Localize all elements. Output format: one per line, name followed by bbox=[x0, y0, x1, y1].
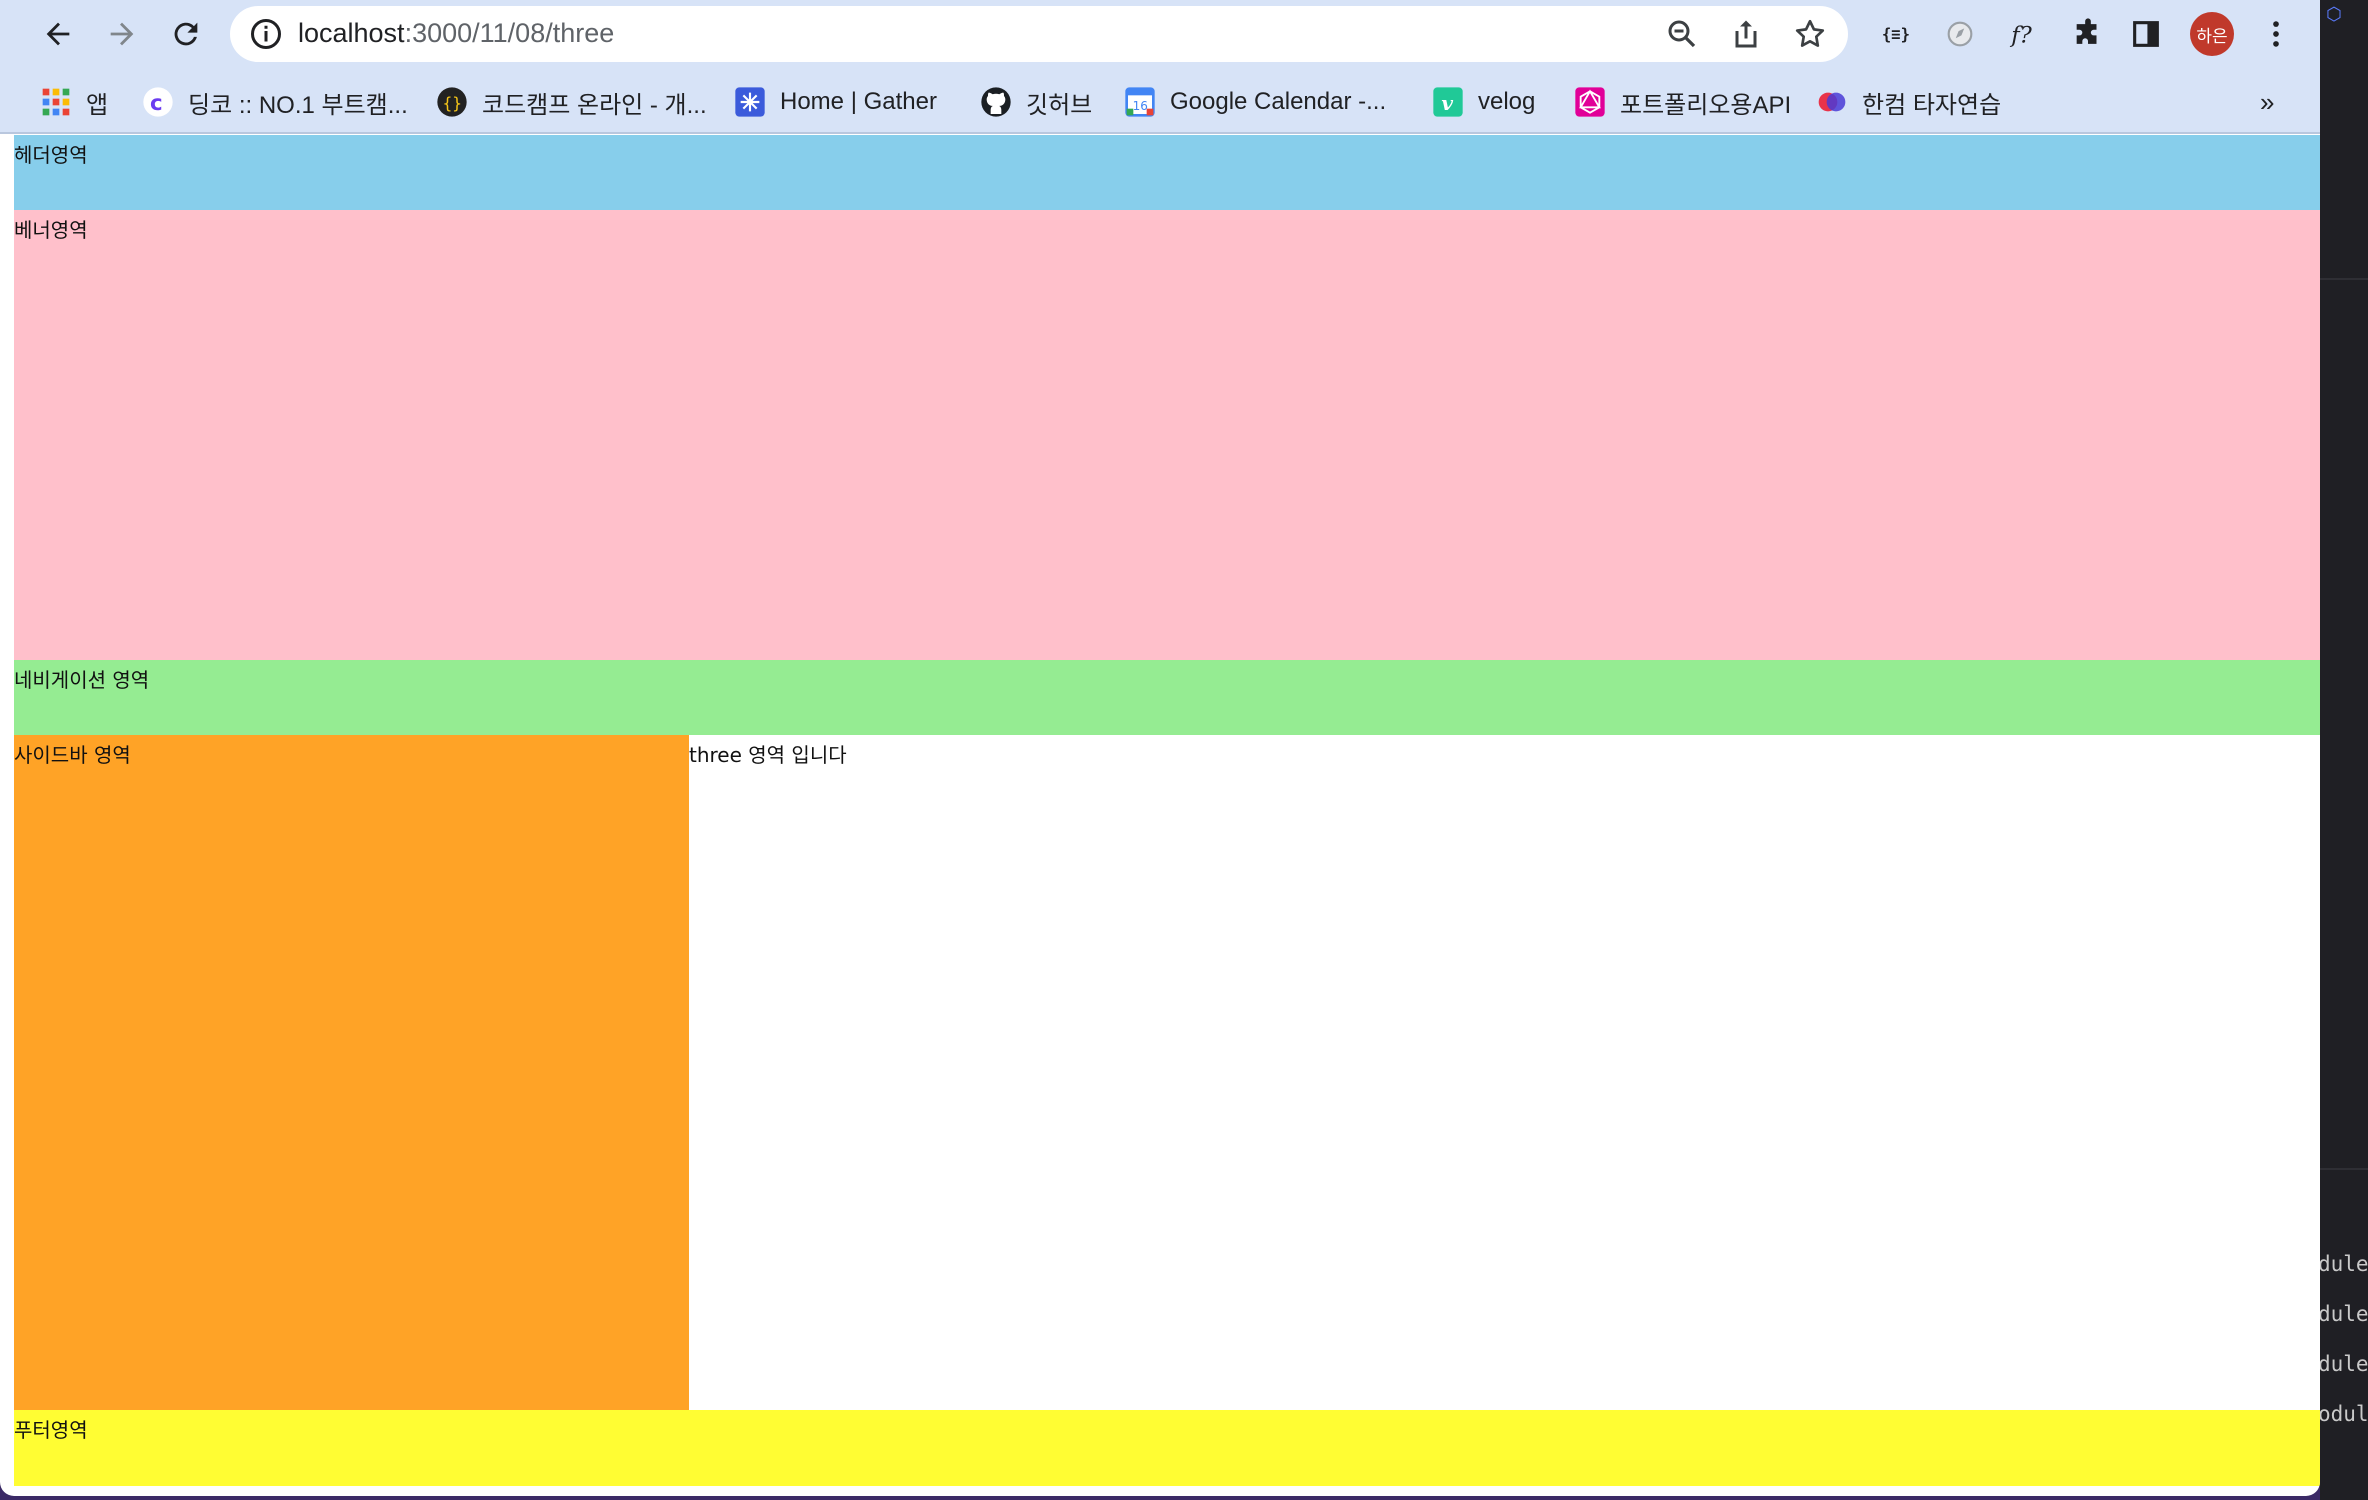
url-host: localhost bbox=[298, 18, 405, 48]
navigation-label: 네비게이션 영역 bbox=[14, 668, 150, 692]
bookmark-gather[interactable]: Home | Gather bbox=[734, 82, 937, 122]
arrow-right-icon bbox=[110, 22, 134, 46]
avatar: 하은 bbox=[2190, 12, 2234, 56]
github-icon bbox=[980, 86, 1012, 118]
bookmark-label: 딩코 :: NO.1 부트캠... bbox=[188, 91, 408, 119]
zoom-icon[interactable] bbox=[1664, 16, 1700, 52]
editor-divider bbox=[2320, 278, 2368, 280]
main-content-label: three 영역 입니다 bbox=[689, 743, 847, 767]
share-icon[interactable] bbox=[1728, 16, 1764, 52]
svg-text:f?: f? bbox=[2009, 23, 2032, 49]
bookmark-label: 포트폴리오용API bbox=[1620, 91, 1792, 119]
address-bar[interactable]: localhost:3000/11/08/three bbox=[230, 6, 1848, 62]
code-editor-window: ⬡ dules dules dules odule bbox=[2320, 0, 2368, 1500]
header-region: 헤더영역 bbox=[14, 135, 2320, 210]
back-button[interactable] bbox=[34, 10, 82, 58]
svg-text:{≡}: {≡} bbox=[1882, 26, 1910, 44]
browser-window: localhost:3000/11/08/three {≡} f? 하은 앱 c… bbox=[0, 0, 2320, 1496]
puzzle-icon bbox=[2076, 18, 2097, 44]
bookmark-label: Google Calendar -... bbox=[1170, 88, 1387, 115]
extensions-button[interactable] bbox=[2064, 10, 2112, 58]
editor-line: dules bbox=[2320, 1302, 2368, 1326]
svg-text:{}: {} bbox=[443, 94, 462, 113]
velog-icon: v bbox=[1432, 86, 1464, 118]
forward-button[interactable] bbox=[98, 10, 146, 58]
footer-label: 푸터영역 bbox=[14, 1418, 88, 1442]
bookmark-label: velog bbox=[1478, 88, 1536, 115]
font-question-icon: f? bbox=[2009, 23, 2032, 49]
bookmark-portfolio-api[interactable]: 포트폴리오용API bbox=[1574, 82, 1791, 122]
kebab-menu-icon bbox=[2273, 21, 2279, 47]
banner-label: 베너영역 bbox=[14, 218, 88, 242]
site-info-icon[interactable] bbox=[248, 16, 284, 52]
calendar-icon: 16 bbox=[1124, 86, 1156, 118]
sidebar-region: 사이드바 영역 bbox=[14, 735, 689, 1410]
codecamp-icon: {} bbox=[436, 86, 468, 118]
reload-icon bbox=[174, 22, 198, 46]
header-label: 헤더영역 bbox=[14, 143, 88, 167]
font-extension-button[interactable]: f? bbox=[2000, 10, 2048, 58]
graphql-icon bbox=[1574, 86, 1606, 118]
bookmark-github[interactable]: 깃허브 bbox=[980, 82, 1092, 122]
bookmark-label: 앱 bbox=[86, 91, 109, 119]
apps-grid-icon bbox=[40, 86, 72, 118]
arrow-left-icon bbox=[46, 22, 70, 46]
json-braces-icon: {≡} bbox=[1882, 26, 1910, 44]
side-panel-button[interactable] bbox=[2122, 10, 2170, 58]
editor-line: odule bbox=[2320, 1402, 2368, 1426]
footer-region: 푸터영역 bbox=[14, 1410, 2320, 1486]
bookmark-label: Home | Gather bbox=[780, 88, 937, 115]
bookmarks-bar: 앱 c 딩코 :: NO.1 부트캠... {} 코드캠프 온라인 - 개...… bbox=[0, 68, 2320, 134]
svg-text:v: v bbox=[1441, 91, 1453, 115]
sidebar-label: 사이드바 영역 bbox=[14, 743, 131, 767]
editor-line: dules bbox=[2320, 1352, 2368, 1376]
bookmarks-overflow-button[interactable]: » bbox=[2260, 82, 2274, 122]
editor-line: dules bbox=[2320, 1252, 2368, 1276]
url-text[interactable]: localhost:3000/11/08/three bbox=[298, 18, 614, 49]
profile-button[interactable]: 하은 bbox=[2188, 10, 2236, 58]
svg-text:c: c bbox=[150, 91, 163, 116]
svg-text:16: 16 bbox=[1133, 99, 1148, 113]
url-path: :3000/11/08/three bbox=[404, 18, 615, 48]
bookmark-dingco[interactable]: c 딩코 :: NO.1 부트캠... bbox=[142, 82, 408, 122]
bookmark-label: 한컴 타자연습 bbox=[1862, 91, 2002, 119]
editor-icon: ⬡ bbox=[2326, 4, 2342, 25]
bookmark-label: 코드캠프 온라인 - 개... bbox=[482, 91, 707, 119]
bookmark-velog[interactable]: v velog bbox=[1432, 82, 1535, 122]
bookmark-apps[interactable]: 앱 bbox=[40, 82, 108, 122]
disabled-extension-button[interactable] bbox=[1936, 10, 1984, 58]
browser-toolbar: localhost:3000/11/08/three {≡} f? 하은 bbox=[0, 0, 2320, 68]
bookmark-label: 깃허브 bbox=[1026, 91, 1093, 119]
reload-button[interactable] bbox=[162, 10, 210, 58]
compass-icon bbox=[1947, 21, 1973, 47]
bookmark-hancom[interactable]: 한컴 타자연습 bbox=[1816, 82, 2001, 122]
dingco-icon: c bbox=[142, 86, 174, 118]
browser-menu-button[interactable] bbox=[2252, 10, 2300, 58]
side-panel-icon bbox=[2133, 21, 2159, 47]
bookmark-star-icon[interactable] bbox=[1792, 16, 1828, 52]
main-content-region: three 영역 입니다 bbox=[689, 735, 2320, 1410]
json-extension-button[interactable]: {≡} bbox=[1872, 10, 1920, 58]
navigation-region: 네비게이션 영역 bbox=[14, 660, 2320, 735]
banner-region: 베너영역 bbox=[14, 210, 2320, 660]
gather-icon bbox=[734, 86, 766, 118]
page-viewport: 헤더영역 베너영역 네비게이션 영역 사이드바 영역 three 영역 입니다 … bbox=[14, 135, 2320, 1486]
bookmark-google-calendar[interactable]: 16 Google Calendar -... bbox=[1124, 82, 1386, 122]
bookmark-codecamp[interactable]: {} 코드캠프 온라인 - 개... bbox=[436, 82, 707, 122]
hancom-icon bbox=[1816, 86, 1848, 118]
editor-divider bbox=[2320, 1168, 2368, 1170]
